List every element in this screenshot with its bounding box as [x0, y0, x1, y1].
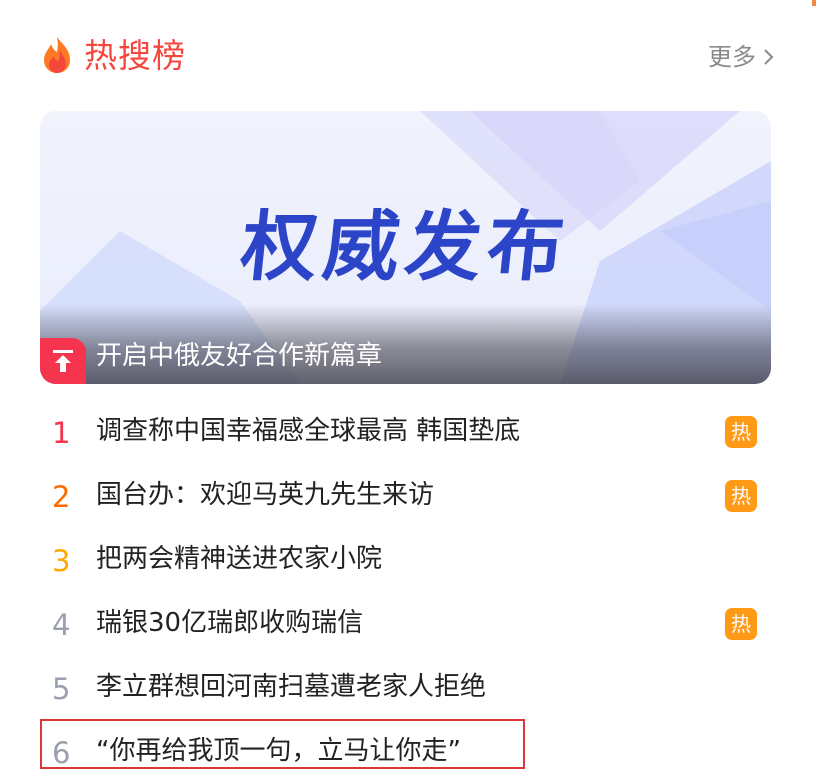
panel-title: 热搜榜: [84, 36, 186, 75]
list-item-title[interactable]: 李立群想回河南扫墓遭老家人拒绝: [96, 668, 486, 706]
list-item-title[interactable]: 瑞银30亿瑞郎收购瑞信: [96, 604, 363, 642]
hot-search-panel: 热搜榜 更多 权威发布 开启中俄友好合作新篇章 1 调查称中国幸福感全球最高 韩…: [0, 0, 816, 780]
list-item-title[interactable]: 调查称中国幸福感全球最高 韩国垫底: [96, 412, 520, 450]
list-item-title[interactable]: 把两会精神送进农家小院: [96, 540, 382, 578]
panel-header: 热搜榜 更多: [40, 30, 776, 82]
pin-top-icon: [53, 350, 73, 372]
hot-badge: 热: [725, 608, 757, 640]
list-item[interactable]: 1 调查称中国幸福感全球最高 韩国垫底 热: [40, 400, 771, 464]
more-label: 更多: [708, 43, 756, 71]
banner-caption: 开启中俄友好合作新篇章: [96, 341, 383, 371]
pin-badge: [40, 338, 86, 384]
rank-number: 2: [52, 480, 71, 514]
chevron-right-icon: [764, 49, 774, 65]
list-item[interactable]: 4 瑞银30亿瑞郎收购瑞信 热: [40, 592, 771, 656]
selection-highlight-box: [40, 719, 525, 769]
list-item[interactable]: 5 李立群想回河南扫墓遭老家人拒绝: [40, 656, 771, 720]
hot-badge: 热: [725, 416, 757, 448]
rank-number: 5: [52, 672, 71, 706]
list-item-title[interactable]: 国台办：欢迎马英九先生来访: [96, 476, 434, 514]
list-item[interactable]: 3 把两会精神送进农家小院: [40, 528, 771, 592]
corner-accent: [812, 0, 816, 6]
flame-icon: [44, 37, 70, 73]
banner-headline: 权威发布: [236, 202, 575, 291]
more-link[interactable]: 更多: [708, 40, 776, 74]
featured-banner[interactable]: 权威发布 开启中俄友好合作新篇章: [40, 111, 771, 384]
hot-badge: 热: [725, 480, 757, 512]
rank-number: 1: [52, 416, 71, 450]
rank-number: 4: [52, 608, 71, 642]
list-item[interactable]: 2 国台办：欢迎马英九先生来访 热: [40, 464, 771, 528]
rank-number: 3: [52, 544, 71, 578]
